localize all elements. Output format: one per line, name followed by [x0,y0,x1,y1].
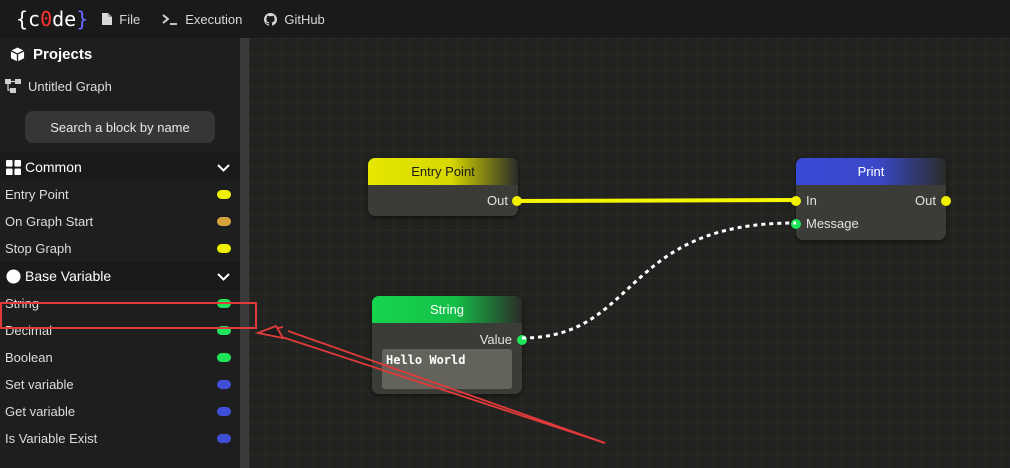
block-item-entry-point[interactable]: Entry Point [0,181,240,208]
projects-title: Projects [33,46,93,63]
section-base-variable-header: Base Variable [6,268,111,284]
node-string-title: String [372,296,522,323]
logo-brace-right: } [76,7,89,31]
graph-icon [5,79,21,93]
search-block-button[interactable]: Search a block by name [25,111,215,143]
block-item-label: Set variable [5,377,74,392]
print-in-port: In [791,193,817,208]
projects-header: Projects [0,38,240,71]
grid-icon [6,159,21,175]
cube-icon [10,47,25,62]
in-pin[interactable] [791,195,801,206]
block-item-set-variable[interactable]: Set variable [0,371,240,398]
logo-zero: 0 [40,7,53,31]
string-value-port: Value [480,332,527,347]
node-entry-point[interactable]: Entry Point Out [368,158,522,216]
block-item-label: Get variable [5,404,76,419]
node-print[interactable]: Print In Out Message [791,158,951,240]
terminal-icon [162,13,178,25]
menu-github[interactable]: GitHub [264,11,325,27]
main-menu: File Execution GitHub [102,12,347,27]
block-item-label: Boolean [5,350,53,365]
value-pin[interactable] [517,334,527,345]
section-common-header: Common [6,159,82,175]
out-pin[interactable] [512,195,522,206]
chevron-down-icon[interactable] [217,159,230,175]
print-out-port: Out [915,193,951,208]
block-color-dot [217,380,231,389]
logo-letter-c: c [28,7,41,31]
block-color-dot [217,244,231,253]
block-item-on-graph-start[interactable]: On Graph Start [0,208,240,235]
project-item-untitled-graph[interactable]: Untitled Graph [0,71,240,101]
port-out-label: Out [487,193,508,208]
menu-execution-label: Execution [185,11,243,27]
section-common[interactable]: Common [0,153,240,181]
sidebar-scrollbar[interactable] [240,38,249,468]
print-message-port: Message [791,216,859,231]
menu-github-label: GitHub [284,11,325,27]
block-item-label: Is Variable Exist [5,431,98,446]
block-item-boolean[interactable]: Boolean [0,344,240,371]
menu-execution[interactable]: Execution [162,12,242,27]
block-item-label: Stop Graph [5,241,72,256]
node-print-title: Print [796,158,946,185]
menu-file-label: File [119,11,141,27]
file-icon [102,13,113,25]
sidebar: Projects Untitled Graph Search a block b… [0,38,240,468]
section-base-variable[interactable]: Base Variable [0,262,240,290]
node-entry-point-title: Entry Point [368,158,518,185]
block-item-label: On Graph Start [5,214,94,229]
entry-point-out-port: Out [487,193,522,208]
app-logo[interactable]: {c 0 de} [16,7,88,31]
circle-icon [6,268,21,284]
block-color-dot [217,353,231,362]
block-color-dot [217,190,231,199]
project-item-label: Untitled Graph [28,78,112,94]
top-menu-bar: {c 0 de} File Execution GitHub [0,0,1010,38]
block-item-label: Entry Point [5,187,69,202]
github-icon [264,12,278,26]
search-wrapper: Search a block by name [0,101,240,153]
block-item-get-variable[interactable]: Get variable [0,398,240,425]
port-message-label: Message [806,216,859,231]
block-color-dot [217,217,231,226]
node-string[interactable]: String Value Hello World [372,296,527,394]
menu-file[interactable]: File [102,12,140,27]
out-pin[interactable] [941,195,951,206]
section-base-variable-title: Base Variable [25,268,112,284]
section-common-title: Common [25,159,82,175]
port-in-label: In [806,193,817,208]
logo-brace-left: { [16,7,29,31]
message-pin[interactable] [791,218,801,229]
block-color-dot [217,407,231,416]
chevron-down-icon[interactable] [217,268,230,284]
graph-canvas[interactable] [249,38,1010,468]
port-out-label: Out [915,193,936,208]
annotation-highlight-box [0,302,257,329]
port-value-label: Value [479,332,512,347]
block-color-dot [217,434,231,443]
block-item-is-variable-exist[interactable]: Is Variable Exist [0,425,240,452]
logo-letters-de: de [52,7,77,31]
string-value-input[interactable]: Hello World [382,349,512,389]
block-item-stop-graph[interactable]: Stop Graph [0,235,240,262]
